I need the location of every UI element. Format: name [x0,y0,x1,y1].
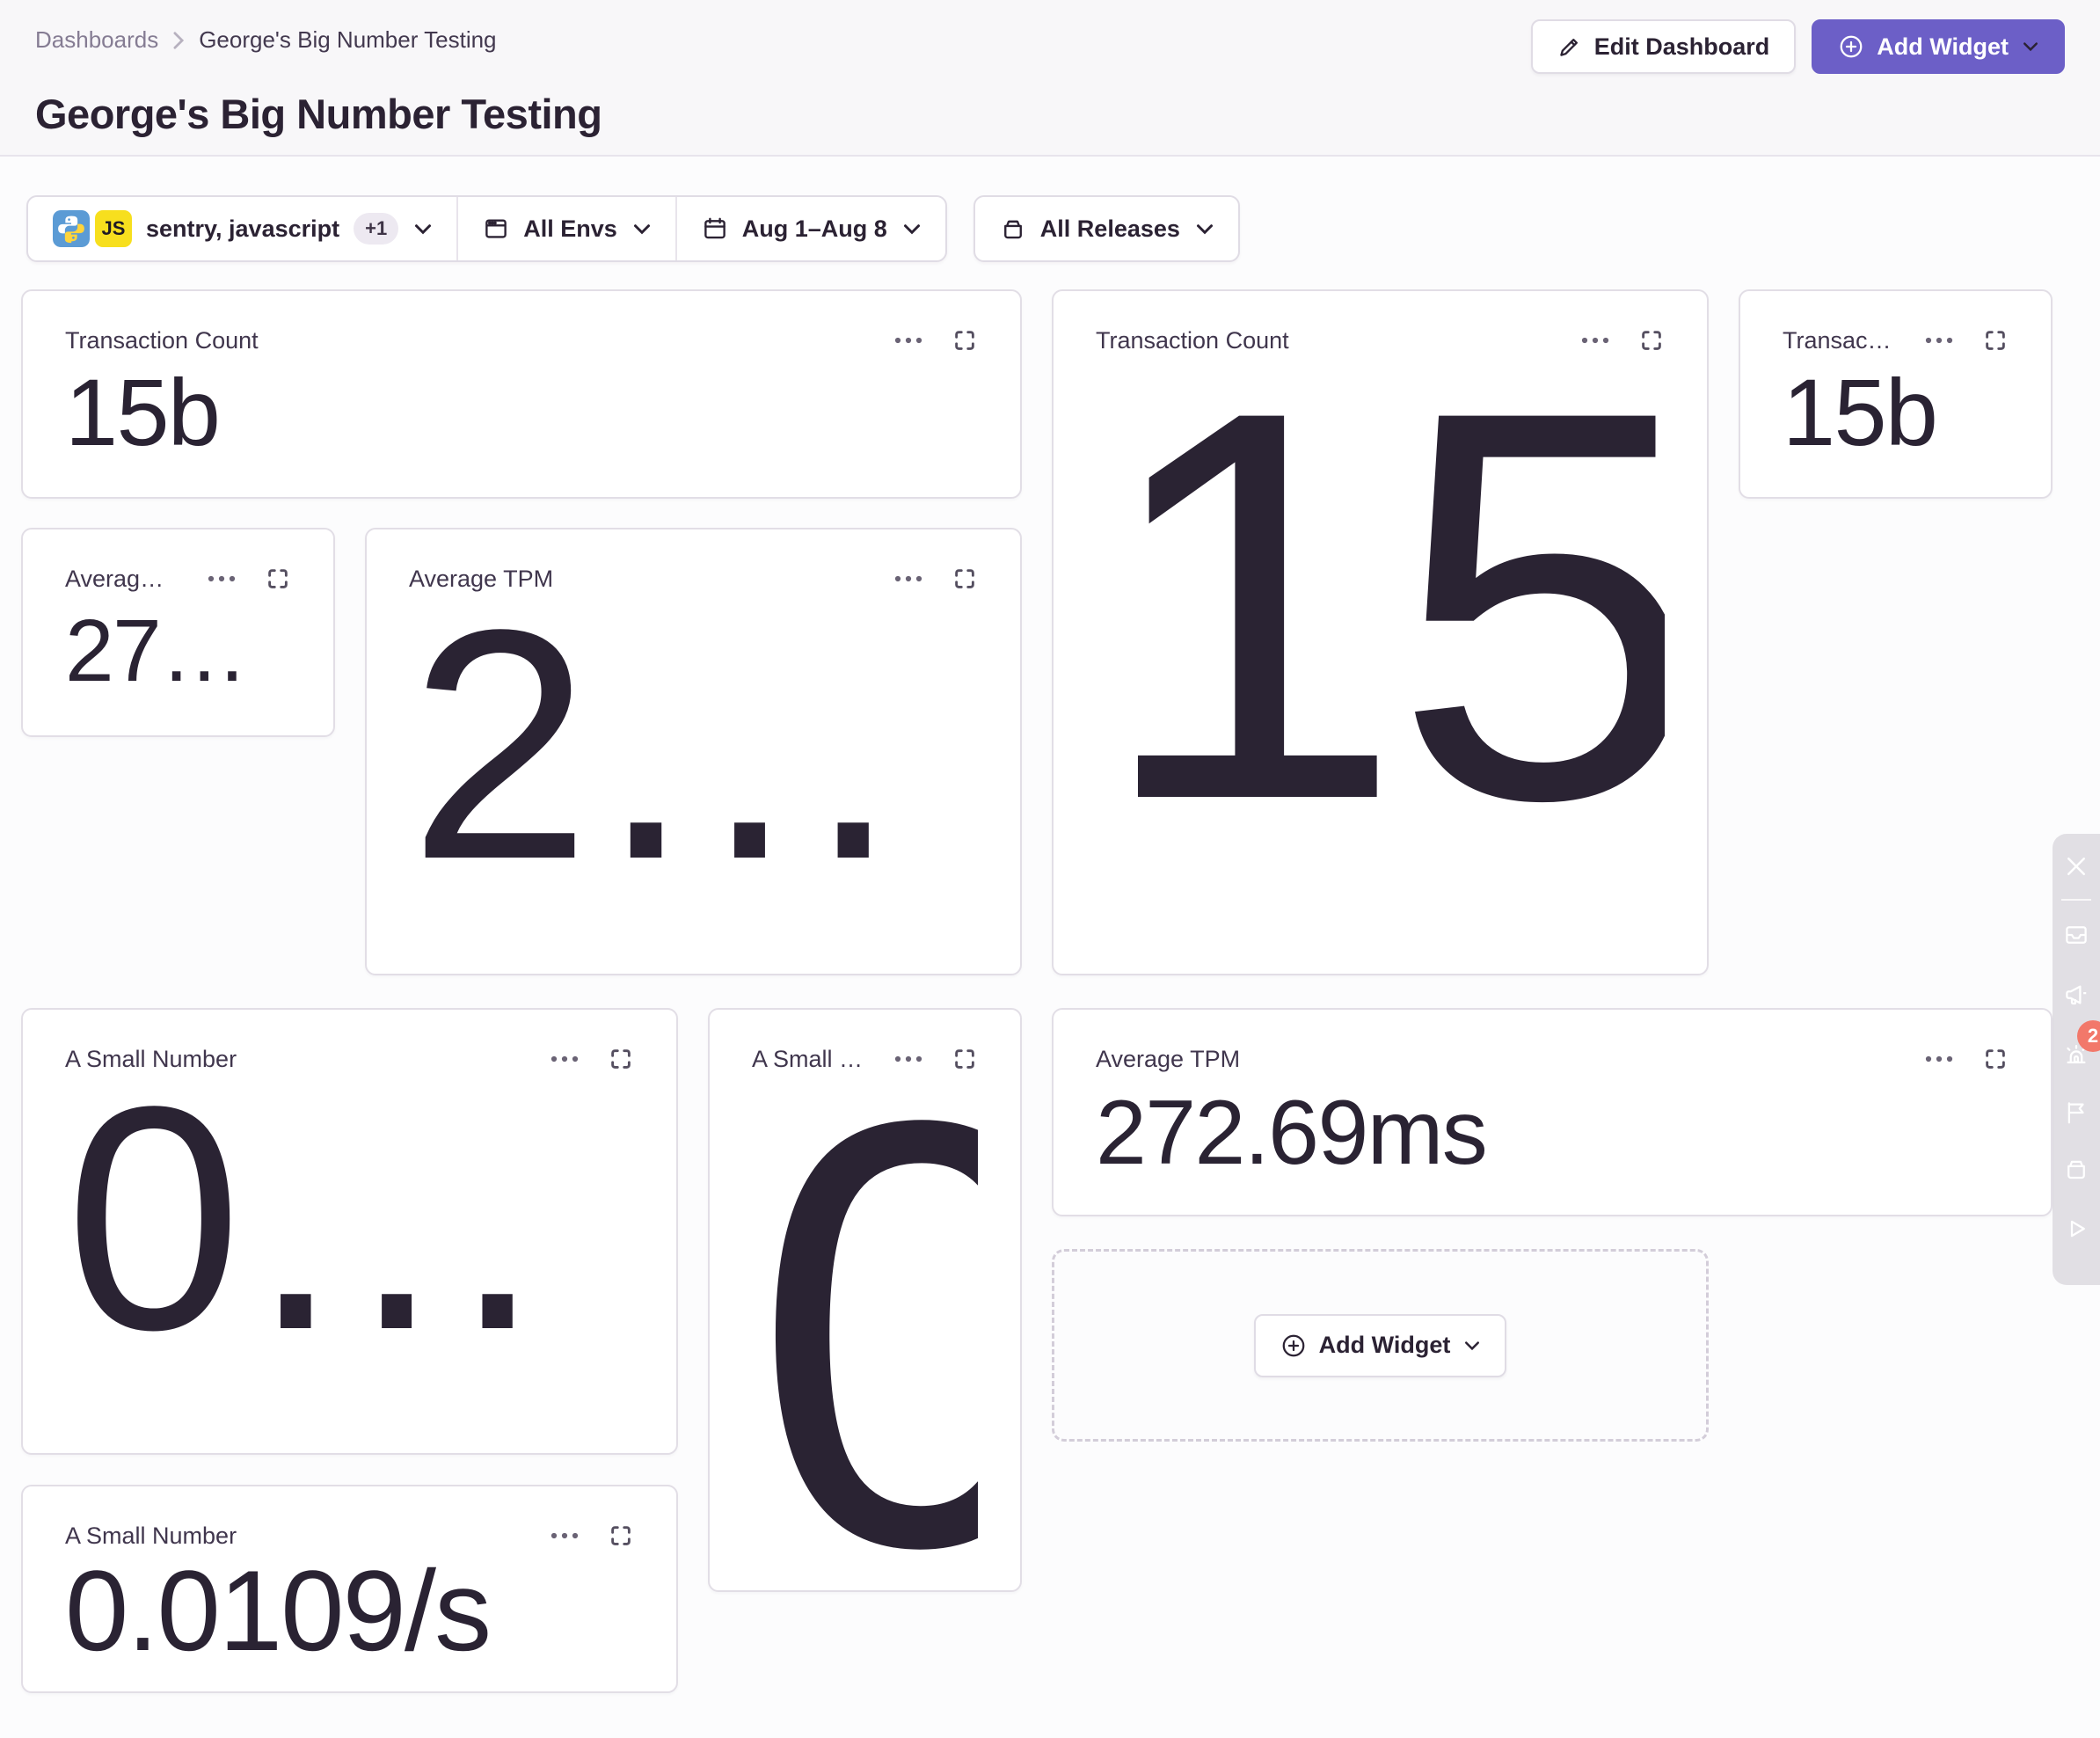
add-widget-button[interactable]: Add Widget [1812,19,2065,74]
floating-sidebar-panel: 2 [2053,834,2100,1285]
siren-alert-icon[interactable]: 2 [2063,1043,2089,1070]
javascript-icon: JS [95,210,132,247]
python-icon [53,210,90,247]
chevron-down-icon [903,223,921,235]
close-icon[interactable] [2063,853,2089,880]
breadcrumb-dashboards-link[interactable]: Dashboards [35,26,158,54]
inbox-tray-icon[interactable] [2063,922,2089,948]
date-range-filter[interactable]: Aug 1–Aug 8 [675,197,945,260]
widget-expand-icon[interactable] [608,1523,634,1549]
widget-title: A Small Number [65,1523,520,1550]
widget-expand-icon[interactable] [952,327,978,354]
project-platform-icons: JS [53,210,132,247]
release-filter-pill: All Releases [973,195,1240,262]
dashboard-page: { "breadcrumb": { "dashboards": "Dashboa… [0,0,2100,1738]
window-icon [483,215,509,242]
release-filter-label: All Releases [1040,215,1180,243]
big-number-value: 15b [1783,365,2009,460]
widget-menu-icon[interactable] [550,1531,580,1540]
add-widget-slot-label: Add Widget [1319,1332,1451,1359]
plus-circle-icon [1280,1333,1307,1359]
chevron-down-icon [1196,223,1214,235]
big-number-value: 15b [1096,328,1665,882]
breadcrumb-chevron-icon [172,31,185,50]
big-number-value: 272.69ms [1096,1087,2009,1179]
widget-menu-icon[interactable] [207,574,237,583]
big-number-value: 272.69ms [409,581,978,908]
widget-card-transaction-count-2[interactable]: Transaction Count 15b [1052,289,1709,975]
breadcrumb-current: George's Big Number Testing [199,26,496,54]
chevron-down-icon [414,223,432,235]
megaphone-icon[interactable] [2063,982,2089,1008]
chevron-down-icon [1464,1340,1480,1351]
widget-card-average-tpm-2[interactable]: Average TPM 272.69ms [365,528,1022,975]
environment-filter-label: All Envs [523,215,617,243]
date-range-label: Aug 1–Aug 8 [742,215,887,243]
big-number-value: 0.0109/s [65,1553,634,1668]
page-title: George's Big Number Testing [35,90,2065,138]
add-widget-slot-button[interactable]: Add Widget [1254,1314,1507,1377]
dashboard-content: JS sentry, javascript +1 All Envs [0,157,2100,1738]
play-icon[interactable] [2063,1216,2089,1242]
flag-icon[interactable] [2063,1099,2089,1126]
widget-card-average-tpm-3[interactable]: Average TPM 272.69ms [1052,1008,2053,1216]
calendar-icon [702,215,728,242]
project-filter[interactable]: JS sentry, javascript +1 [28,197,456,260]
widget-menu-icon[interactable] [1924,1055,1954,1063]
page-header: Dashboards George's Big Number Testing E… [0,0,2100,157]
widget-menu-icon[interactable] [1924,336,1954,345]
release-box-icon [1000,215,1026,242]
page-filter-pill: JS sentry, javascript +1 All Envs [26,195,947,262]
big-number-value: 272.69ms [65,607,291,695]
environment-filter[interactable]: All Envs [456,197,675,260]
pencil-icon [1557,34,1582,59]
project-extra-count-badge: +1 [354,213,398,245]
widget-card-small-number-3[interactable]: A Small Number 0.0109/s [21,1485,678,1693]
widget-expand-icon[interactable] [1982,1046,2009,1072]
big-number-value: 15b [65,365,978,460]
widget-menu-icon[interactable] [893,336,923,345]
widget-title: Transaction Count [65,327,864,354]
widget-title: Average TPM [1096,1046,1894,1073]
widget-card-transaction-count-1[interactable]: Transaction Count 15b [21,289,1022,499]
widget-card-small-number-2[interactable]: A Small Number 0.0109/s [708,1008,1022,1592]
chevron-down-icon [633,223,651,235]
release-filter[interactable]: All Releases [975,197,1238,260]
big-number-value: 0.0109/s [65,1059,634,1377]
project-filter-label: sentry, javascript [146,215,339,243]
plus-circle-icon [1838,33,1864,60]
breadcrumb: Dashboards George's Big Number Testing [35,19,497,54]
edit-dashboard-label: Edit Dashboard [1594,33,1770,61]
widget-card-transaction-count-3[interactable]: Transaction Count 15b [1739,289,2053,499]
panel-divider [2061,899,2091,901]
widget-title: Transaction Count [1783,327,1894,354]
add-widget-label: Add Widget [1877,33,2009,61]
widget-expand-icon[interactable] [265,566,291,592]
widget-card-small-number-1[interactable]: A Small Number 0.0109/s [21,1008,678,1455]
chevron-down-icon [2023,41,2038,52]
widget-card-average-tpm-1[interactable]: Average TPM 272.69ms [21,528,335,737]
empty-widget-slot: Add Widget [1052,1249,1709,1442]
widget-expand-icon[interactable] [1982,327,2009,354]
filter-bar: JS sentry, javascript +1 All Envs [26,195,1240,262]
release-box-icon[interactable] [2063,1156,2089,1182]
edit-dashboard-button[interactable]: Edit Dashboard [1531,19,1797,74]
widget-title: Average TPM [65,566,177,593]
big-number-value: 0.0109/s [752,1031,978,1592]
